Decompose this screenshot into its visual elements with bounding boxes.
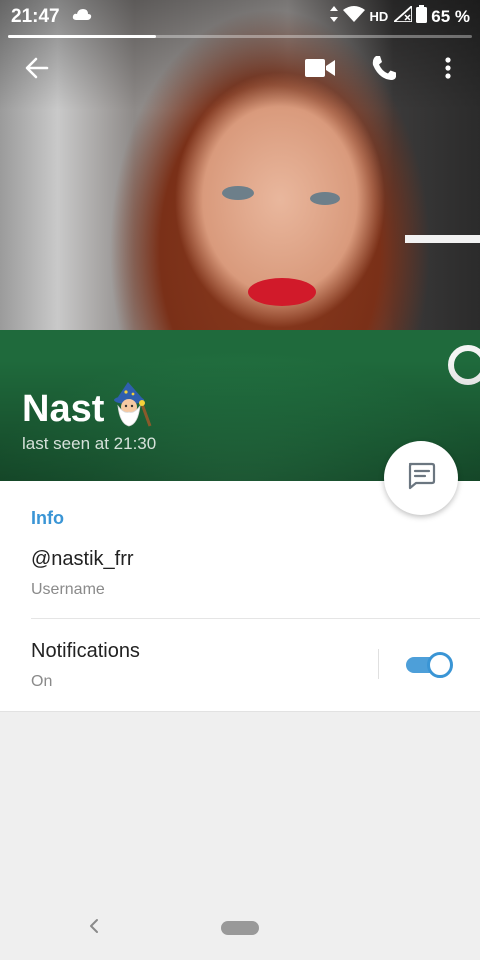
cloud-icon (72, 8, 92, 26)
photo-eye-right (310, 192, 340, 205)
wifi-icon (343, 6, 366, 27)
send-message-button[interactable] (384, 441, 458, 515)
toggle-knob (427, 652, 453, 678)
signal-icon (391, 3, 414, 27)
more-options-button[interactable] (428, 50, 468, 90)
wizard-emoji-icon (106, 380, 154, 438)
video-camera-icon (305, 58, 335, 83)
notifications-status: On (31, 673, 53, 690)
message-icon (406, 461, 436, 496)
nav-home-pill[interactable] (221, 921, 259, 935)
status-bar: 21:47 HD 65 % (0, 0, 480, 34)
more-vertical-icon (445, 56, 451, 84)
notifications-title[interactable]: Notifications (31, 640, 140, 663)
status-time: 21:47 (11, 6, 60, 27)
video-call-button[interactable] (300, 50, 340, 90)
voice-call-button[interactable] (364, 50, 404, 90)
photo-lips (248, 278, 316, 306)
arrow-left-icon (25, 57, 49, 84)
info-panel: Info @nastik_frr Username Notifications … (0, 481, 480, 712)
username-value[interactable]: @nastik_frr (31, 548, 134, 571)
chevron-left-icon (89, 918, 99, 939)
battery-icon (416, 5, 428, 28)
profile-name: Nast (22, 380, 154, 438)
profile-name-text: Nast (22, 387, 105, 430)
story-progress-fill (8, 35, 157, 38)
battery-percent: 65 % (431, 6, 470, 26)
status-indicators: HD 65 % (329, 3, 470, 28)
notifications-toggle[interactable] (406, 652, 453, 678)
username-label: Username (31, 581, 105, 598)
info-section-header: Info (31, 508, 64, 528)
story-progress-bar (8, 35, 472, 38)
phone-icon (371, 55, 397, 86)
photo-eye-left (222, 186, 254, 200)
info-divider (31, 618, 480, 619)
profile-screen: 21:47 HD 65 % Nast last seen at 21:30 In… (0, 0, 480, 960)
network-type: HD (369, 9, 389, 24)
last-seen-status: last seen at 21:30 (22, 434, 157, 453)
photo-ceiling-light (405, 235, 480, 243)
data-arrows-icon (329, 6, 339, 27)
nav-back-button[interactable] (84, 916, 104, 940)
back-button[interactable] (17, 50, 57, 90)
notifications-separator (378, 649, 379, 679)
